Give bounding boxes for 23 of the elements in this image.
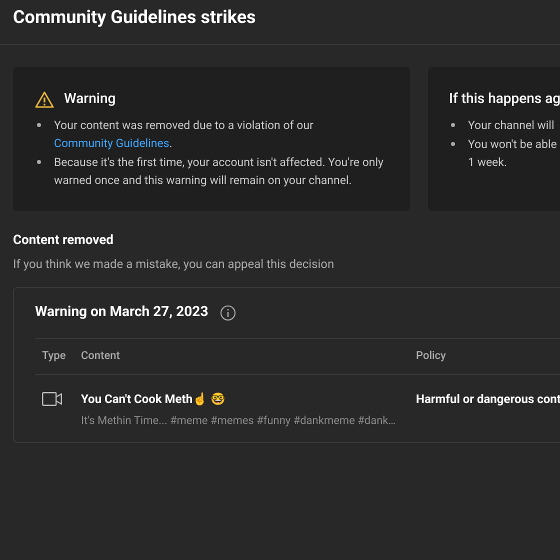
bullet-text: Because it's the first time, your account isn't affected. You're only warned once and this warning will remain on your channel. <box>54 154 384 189</box>
column-header: Type <box>41 348 67 364</box>
bullet-text: Your content was removed due to a violation of our Community Guidelines. <box>54 117 314 152</box>
card-title: If this happens ag <box>449 90 560 109</box>
video-camera-icon <box>42 392 62 406</box>
strike-title: Warning on March 27, 2023 <box>35 303 208 322</box>
warning-icon <box>35 91 54 108</box>
video-description: It's Methin Time... #meme #memes #funny #dankmeme #dank… <box>81 412 397 428</box>
column-header: Content <box>81 348 121 364</box>
guidelines-link[interactable]: Community Guidelines <box>54 136 170 150</box>
bullet-text: You won't be able 1 week. <box>468 136 557 171</box>
page-title: Community Guidelines strikes <box>13 6 256 30</box>
bullet-text: Your channel will <box>468 117 554 134</box>
bullet-icon <box>451 142 455 146</box>
bullet-icon <box>37 123 41 127</box>
card-title: Warning <box>64 90 116 109</box>
section-subtitle: If you think we made a mistake, you can appeal this decision <box>13 256 336 272</box>
bullet-icon <box>451 123 455 127</box>
info-icon[interactable] <box>220 304 236 320</box>
section-title: Content removed <box>13 232 114 250</box>
bullet-icon <box>37 160 41 164</box>
column-header: Policy <box>416 348 447 364</box>
video-title[interactable]: You Can't Cook Meth☝ 🤓 <box>81 390 416 408</box>
